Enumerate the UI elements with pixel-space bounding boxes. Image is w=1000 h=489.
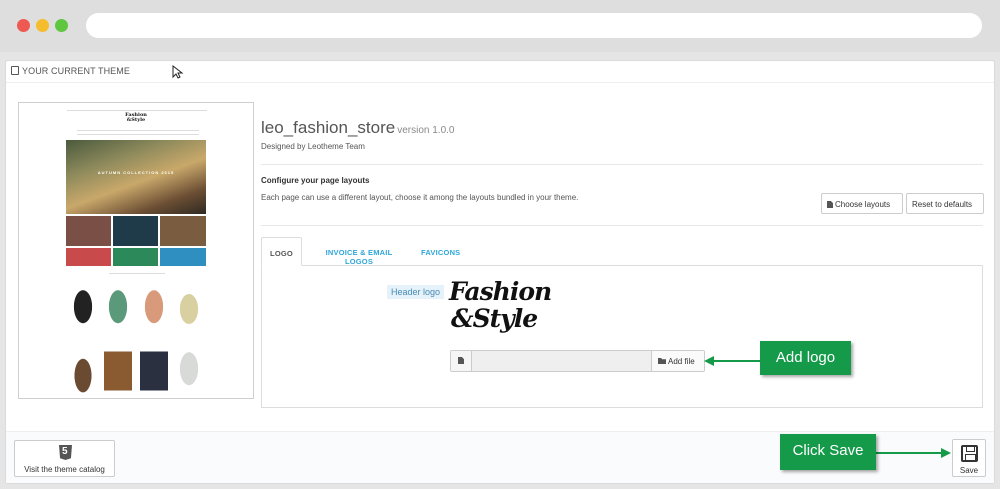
browser-toolbar xyxy=(0,0,1000,52)
preview-tile xyxy=(66,216,111,246)
preview-product xyxy=(69,286,97,332)
preview-menu xyxy=(77,130,199,135)
preview-product xyxy=(140,286,168,332)
folder-open-icon xyxy=(658,358,666,364)
layouts-description: Each page can use a different layout, ch… xyxy=(261,193,579,202)
logo-line1: Fashion xyxy=(449,277,552,306)
preview-hero-text: AUTUMN COLLECTION 2015 xyxy=(97,170,175,175)
preview-product xyxy=(104,286,132,332)
header-logo-label: Header logo xyxy=(387,285,445,299)
preview-product xyxy=(175,286,203,332)
add-file-label: Add file xyxy=(668,357,695,366)
visit-theme-catalog-button[interactable]: Visit the theme catalog xyxy=(14,440,115,477)
reset-label: Reset to defaults xyxy=(912,200,973,209)
preview-tile xyxy=(113,216,158,246)
preview-product xyxy=(69,348,97,394)
theme-designer: Designed by Leotheme Team xyxy=(261,142,365,151)
save-button[interactable]: Save xyxy=(952,439,986,477)
theme-preview-image: Fashion &Style AUTUMN COLLECTION 2015 xyxy=(18,102,254,399)
theme-name-text: leo_fashion_store xyxy=(261,118,396,137)
tab-logo[interactable]: LOGO xyxy=(261,237,302,266)
layouts-title: Configure your page layouts xyxy=(261,176,370,185)
window-maximize-dot[interactable] xyxy=(55,19,68,32)
tab-favicons[interactable]: FAVICONS xyxy=(421,237,460,266)
add-file-button[interactable]: Add file xyxy=(651,351,704,371)
mouse-cursor-icon xyxy=(172,65,184,79)
document-icon xyxy=(458,357,464,364)
panel-heading: YOUR CURRENT THEME xyxy=(6,61,994,83)
choose-layouts-button[interactable]: Choose layouts xyxy=(821,193,903,214)
html5-icon xyxy=(59,445,72,460)
document-icon xyxy=(827,201,833,208)
preview-promo xyxy=(160,248,206,266)
address-bar[interactable] xyxy=(86,13,982,38)
tab-invoice-email-logos[interactable]: INVOICE & EMAIL LOGOS xyxy=(314,237,404,266)
current-theme-panel: YOUR CURRENT THEME Fashion &Style AUTUMN… xyxy=(5,60,995,484)
preview-logo: Fashion &Style xyxy=(121,113,151,123)
preview-product xyxy=(104,348,132,394)
preview-promo xyxy=(66,248,111,266)
window-close-dot[interactable] xyxy=(17,19,30,32)
preview-topbar xyxy=(67,107,207,111)
preview-logo-line2: &Style xyxy=(126,117,146,123)
save-label: Save xyxy=(959,466,979,475)
theme-icon xyxy=(11,66,19,75)
logo-line2: &Style xyxy=(451,304,538,333)
header-logo-image: Fashion &Style xyxy=(449,278,557,342)
save-icon xyxy=(961,445,978,462)
preview-divider xyxy=(109,273,165,274)
theme-version: version 1.0.0 xyxy=(397,125,455,136)
preview-hero-banner: AUTUMN COLLECTION 2015 xyxy=(66,140,206,214)
preview-tile xyxy=(160,216,206,246)
preview-product xyxy=(175,348,203,394)
logo-tab-content: Header logo Fashion &Style Add file xyxy=(261,265,983,408)
add-logo-callout: Add logo xyxy=(760,341,851,375)
choose-layouts-label: Choose layouts xyxy=(835,200,891,209)
preview-promo xyxy=(113,248,158,266)
click-save-callout: Click Save xyxy=(780,434,876,470)
theme-name: leo_fashion_store version 1.0.0 xyxy=(261,118,454,138)
logo-file-input[interactable]: Add file xyxy=(450,350,705,372)
divider xyxy=(261,225,983,226)
panel-heading-text: YOUR CURRENT THEME xyxy=(22,66,130,76)
file-icon-cell xyxy=(451,351,472,371)
preview-product xyxy=(140,348,168,394)
window-minimize-dot[interactable] xyxy=(36,19,49,32)
divider xyxy=(261,164,983,165)
catalog-label: Visit the theme catalog xyxy=(24,465,105,474)
reset-to-defaults-button[interactable]: Reset to defaults xyxy=(906,193,984,214)
